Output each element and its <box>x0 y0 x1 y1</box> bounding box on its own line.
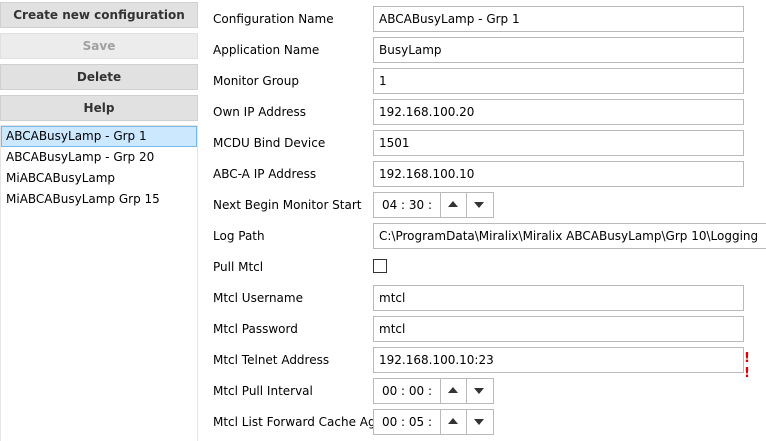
mtcl-password-label: Mtcl Password <box>213 322 298 336</box>
application-name-label: Application Name <box>213 43 320 57</box>
mtcl-pull-interval-label: Mtcl Pull Interval <box>213 384 313 398</box>
log-path-field[interactable]: C:\ProgramData\Miralix\Miralix ABCABusyL… <box>373 223 766 249</box>
own-ip-field[interactable]: 192.168.100.20 <box>373 99 744 125</box>
next-begin-increment-button[interactable] <box>440 193 465 217</box>
config-list-item[interactable]: MiABCABusyLamp <box>1 168 197 189</box>
arrow-down-icon <box>474 202 484 208</box>
config-sidebar: Create new configuration Save Delete Hel… <box>0 0 198 441</box>
arrow-down-icon <box>474 419 484 425</box>
mtcl-username-row: Mtcl Username mtcl <box>213 285 766 311</box>
mtcl-cache-age-increment-button[interactable] <box>440 410 465 434</box>
save-button[interactable]: Save <box>0 33 198 59</box>
create-config-button[interactable]: Create new configuration <box>0 2 198 28</box>
configuration-name-row: Configuration Name ABCABusyLamp - Grp 1 <box>213 6 766 32</box>
config-list-item[interactable]: ABCABusyLamp - Grp 1 <box>1 126 197 147</box>
configuration-name-field[interactable]: ABCABusyLamp - Grp 1 <box>373 6 744 32</box>
next-begin-time-value[interactable]: 04 : 30 : 00 <box>374 193 440 236</box>
mtcl-cache-age-decrement-button[interactable] <box>466 410 491 434</box>
mtcl-pull-interval-value[interactable]: 00 : 00 : 30 <box>374 379 440 422</box>
arrow-up-icon <box>448 387 458 393</box>
abca-ip-row: ABC-A IP Address 192.168.100.10 <box>213 161 766 187</box>
mtcl-pull-interval-decrement-button[interactable] <box>466 379 491 403</box>
mcdu-bind-field[interactable]: 1501 <box>373 130 744 156</box>
arrow-up-icon <box>448 418 458 424</box>
mtcl-username-label: Mtcl Username <box>213 291 303 305</box>
help-button[interactable]: Help <box>0 95 198 121</box>
application-name-row: Application Name BusyLamp <box>213 37 766 63</box>
mtcl-cache-age-label: Mtcl List Forward Cache Age <box>213 415 384 429</box>
pull-mtcl-row: Pull Mtcl <box>213 254 766 280</box>
monitor-group-label: Monitor Group <box>213 74 299 88</box>
mtcl-pull-interval-time-picker: 00 : 00 : 30 <box>373 378 494 422</box>
config-list-item[interactable]: ABCABusyLamp - Grp 20 <box>1 147 197 168</box>
mtcl-telnet-row: Mtcl Telnet Address 192.168.100.10:23 ! … <box>213 347 766 381</box>
configuration-name-label: Configuration Name <box>213 12 334 26</box>
application-name-field[interactable]: BusyLamp <box>373 37 744 63</box>
mtcl-telnet-field[interactable]: 192.168.100.10:23 <box>373 347 744 373</box>
next-begin-row: Next Begin Monitor Start 04 : 30 : 00 <box>213 192 766 236</box>
validation-warning-icon: ! ! <box>744 351 752 381</box>
own-ip-row: Own IP Address 192.168.100.20 <box>213 99 766 125</box>
monitor-group-field[interactable]: 1 <box>373 68 744 94</box>
mtcl-cache-age-time-picker: 00 : 05 : 00 <box>373 409 494 441</box>
config-list-item[interactable]: MiABCABusyLamp Grp 15 <box>1 189 197 210</box>
mtcl-password-row: Mtcl Password mtcl <box>213 316 766 342</box>
pull-mtcl-label: Pull Mtcl <box>213 260 264 274</box>
arrow-down-icon <box>474 388 484 394</box>
delete-button[interactable]: Delete <box>0 64 198 90</box>
next-begin-label: Next Begin Monitor Start <box>213 198 362 212</box>
abca-ip-field[interactable]: 192.168.100.10 <box>373 161 744 187</box>
mcdu-bind-row: MCDU Bind Device 1501 <box>213 130 766 156</box>
log-path-row: Log Path C:\ProgramData\Miralix\Miralix … <box>213 223 766 249</box>
pull-mtcl-checkbox[interactable] <box>373 259 387 273</box>
mtcl-pull-interval-increment-button[interactable] <box>440 379 465 403</box>
arrow-up-icon <box>448 201 458 207</box>
mtcl-username-field[interactable]: mtcl <box>373 285 744 311</box>
log-path-label: Log Path <box>213 229 265 243</box>
mtcl-telnet-label: Mtcl Telnet Address <box>213 353 330 367</box>
mtcl-cache-age-row: Mtcl List Forward Cache Age 00 : 05 : 00 <box>213 409 766 441</box>
next-begin-decrement-button[interactable] <box>466 193 491 217</box>
mtcl-password-field[interactable]: mtcl <box>373 316 744 342</box>
mtcl-pull-interval-row: Mtcl Pull Interval 00 : 00 : 30 <box>213 378 766 422</box>
mtcl-cache-age-value[interactable]: 00 : 05 : 00 <box>374 410 440 441</box>
next-begin-time-picker: 04 : 30 : 00 <box>373 192 494 236</box>
monitor-group-row: Monitor Group 1 <box>213 68 766 94</box>
config-list: ABCABusyLamp - Grp 1 ABCABusyLamp - Grp … <box>0 125 198 441</box>
abca-ip-label: ABC-A IP Address <box>213 167 317 181</box>
own-ip-label: Own IP Address <box>213 105 307 119</box>
mcdu-bind-label: MCDU Bind Device <box>213 136 326 150</box>
